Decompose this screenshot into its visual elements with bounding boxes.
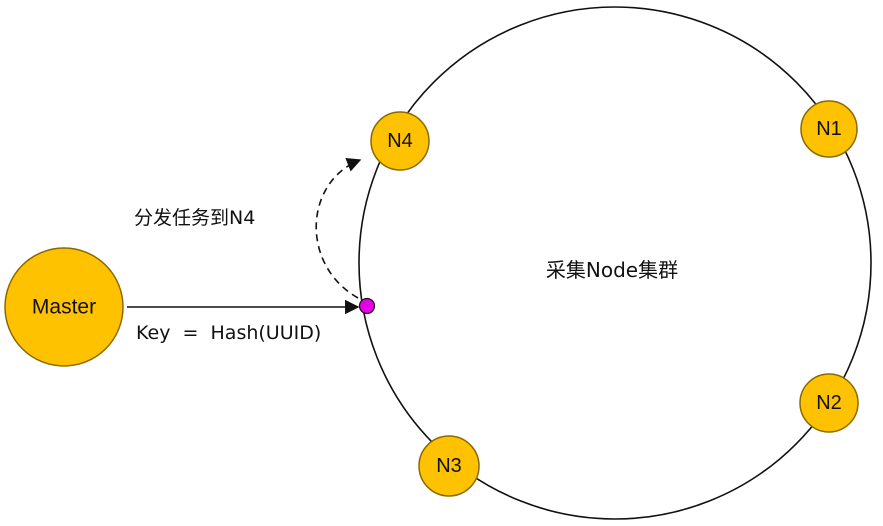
node-n4[interactable]: N4 (370, 111, 430, 171)
node-n3-label: N3 (436, 455, 462, 477)
node-n2-label: N2 (816, 392, 842, 414)
master-label: Master (32, 296, 96, 319)
node-n4-label: N4 (387, 130, 413, 152)
hash-key-point (358, 297, 376, 315)
dispatch-edge (315, 158, 362, 299)
node-n2[interactable]: N2 (799, 373, 859, 433)
node-n3[interactable]: N3 (418, 435, 480, 497)
hash-edge-label: Key = Hash(UUID) (136, 322, 321, 344)
master-node[interactable]: Master (4, 247, 124, 367)
ring-label: 采集Node集群 (546, 258, 678, 282)
node-n1-label: N1 (816, 118, 842, 140)
consistent-hash-diagram: 采集Node集群 Key = Hash(UUID) 分发任务到N4 Master… (4, 6, 872, 520)
node-n1[interactable]: N1 (800, 100, 858, 158)
dispatch-edge-label: 分发任务到N4 (134, 207, 255, 229)
